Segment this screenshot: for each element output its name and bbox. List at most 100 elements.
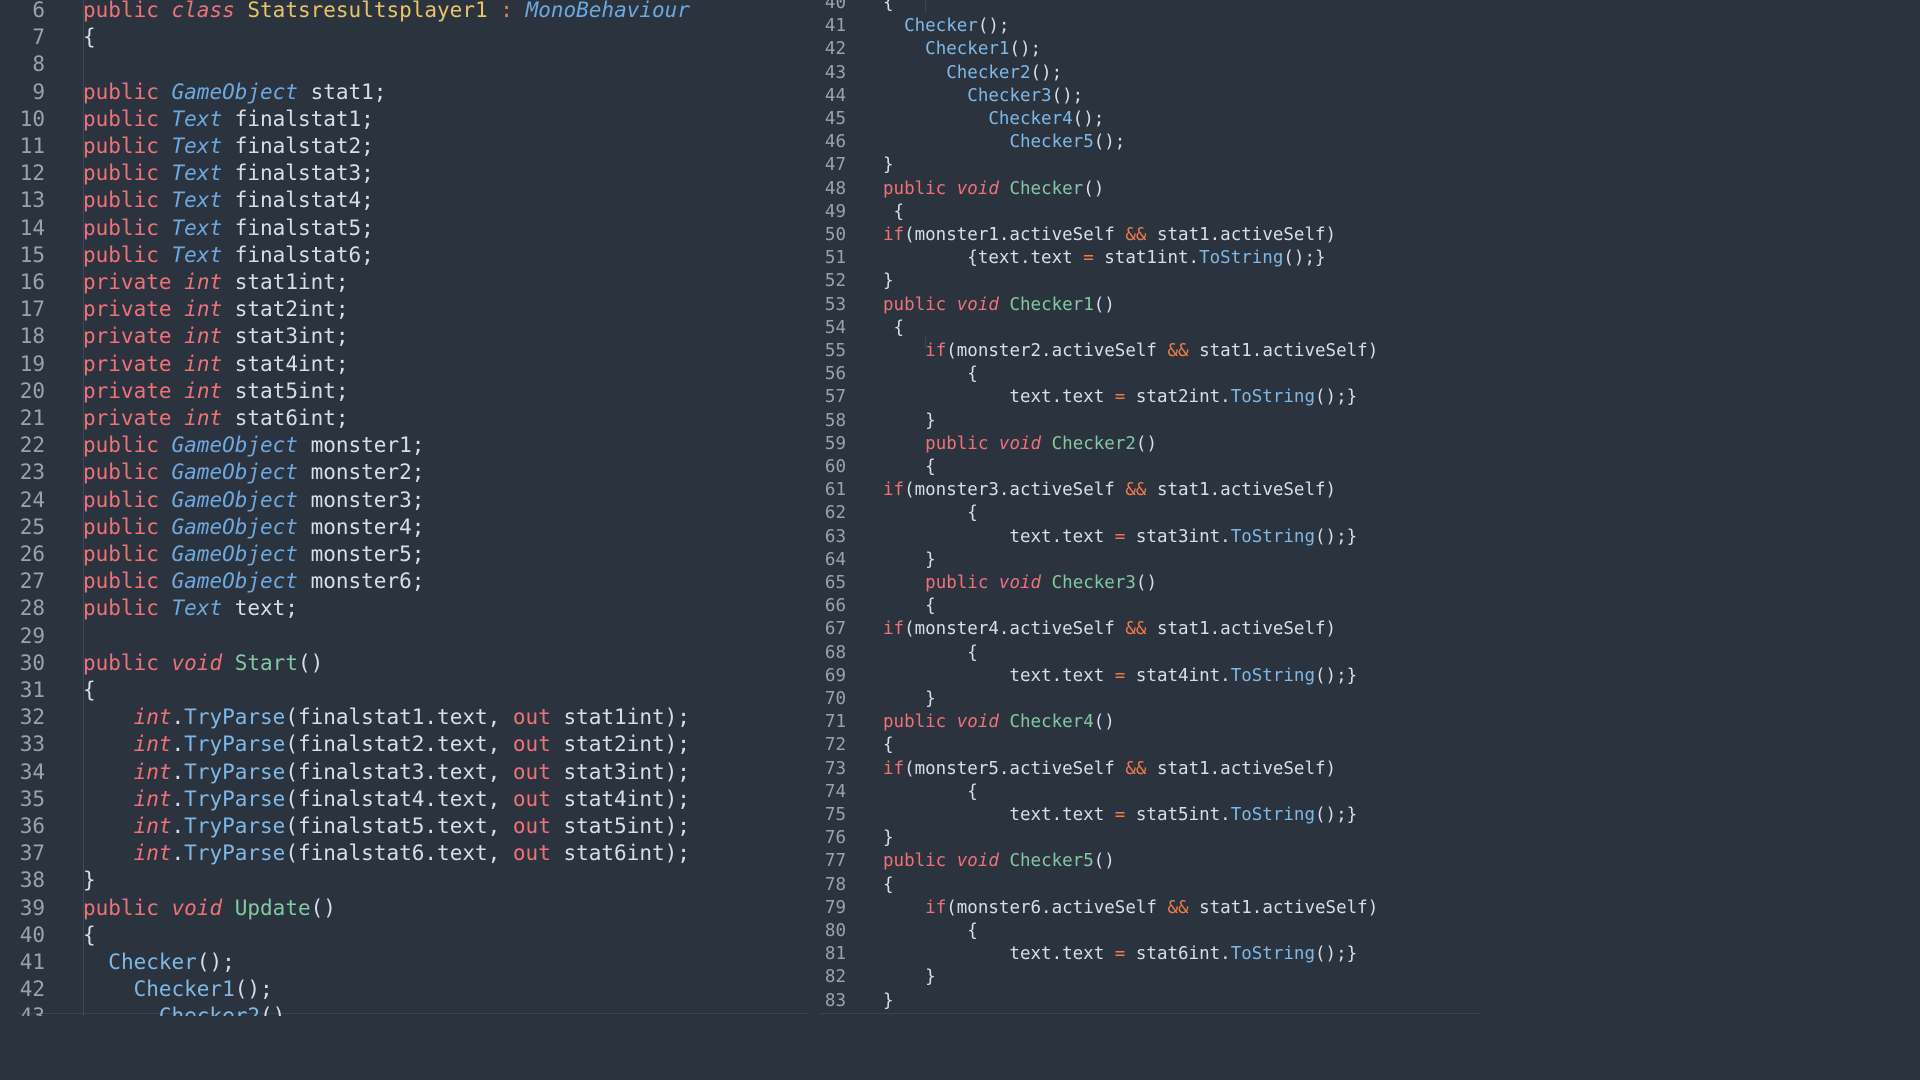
code-line[interactable]: 46 Checker5();: [810, 131, 1480, 154]
code-text: }: [883, 688, 936, 711]
code-line[interactable]: 41 Checker();: [810, 15, 1480, 38]
code-line[interactable]: 66 {: [810, 595, 1480, 618]
code-token: }: [883, 410, 936, 431]
code-line[interactable]: 9 public GameObject stat1;: [0, 79, 810, 106]
code-line[interactable]: 51 {text.text = stat1int.ToString();}: [810, 247, 1480, 270]
code-line[interactable]: 8: [0, 51, 810, 78]
line-number: 13: [19, 188, 45, 213]
code-line[interactable]: 21 private int stat6int;: [0, 405, 810, 432]
code-line[interactable]: 13 public Text finalstat4;: [0, 187, 810, 214]
code-line[interactable]: 26 public GameObject monster5;: [0, 541, 810, 568]
code-line[interactable]: 31 {: [0, 677, 810, 704]
code-line[interactable]: 63 text.text = stat3int.ToString();}: [810, 526, 1480, 549]
code-line[interactable]: 57 text.text = stat2int.ToString();}: [810, 386, 1480, 409]
code-line[interactable]: 30 public void Start(): [0, 650, 810, 677]
code-line[interactable]: 79 if(monster6.activeSelf && stat1.activ…: [810, 897, 1480, 920]
code-line[interactable]: 17 private int stat2int;: [0, 296, 810, 323]
code-line[interactable]: 24 public GameObject monster3;: [0, 487, 810, 514]
code-line[interactable]: 23 public GameObject monster2;: [0, 459, 810, 486]
code-line[interactable]: 65 public void Checker3(): [810, 572, 1480, 595]
code-line[interactable]: 19 private int stat4int;: [0, 351, 810, 378]
code-line[interactable]: 36 int.TryParse(finalstat5.text, out sta…: [0, 813, 810, 840]
code-line[interactable]: 56 {: [810, 363, 1480, 386]
code-line[interactable]: 83}: [810, 990, 1480, 1013]
code-line[interactable]: 28 public Text text;: [0, 595, 810, 622]
code-line[interactable]: 74 {: [810, 781, 1480, 804]
code-line[interactable]: 49 {: [810, 201, 1480, 224]
code-line[interactable]: 75 text.text = stat5int.ToString();}: [810, 804, 1480, 827]
code-token: }: [883, 271, 894, 292]
code-line[interactable]: 77 public void Checker5(): [810, 850, 1480, 873]
code-line[interactable]: 82 }: [810, 966, 1480, 989]
code-line[interactable]: 78 {: [810, 874, 1480, 897]
code-line[interactable]: 68 {: [810, 642, 1480, 665]
code-line[interactable]: 53 public void Checker1(): [810, 294, 1480, 317]
code-token: Checker1: [133, 977, 235, 1002]
code-line[interactable]: 40 {: [810, 0, 1480, 15]
code-line[interactable]: 80 {: [810, 920, 1480, 943]
code-line[interactable]: 43 Checker2();: [810, 62, 1480, 85]
code-line[interactable]: 60 {: [810, 456, 1480, 479]
code-line[interactable]: 42 Checker1();: [810, 38, 1480, 61]
code-line[interactable]: 54 {: [810, 317, 1480, 340]
code-token: ();: [1009, 39, 1042, 60]
code-line[interactable]: 37 int.TryParse(finalstat6.text, out sta…: [0, 840, 810, 867]
code-line[interactable]: 44 Checker3();: [810, 85, 1480, 108]
code-line[interactable]: 55 if(monster2.activeSelf && stat1.activ…: [810, 340, 1480, 363]
code-line[interactable]: 22 public GameObject monster1;: [0, 432, 810, 459]
code-line[interactable]: 34 int.TryParse(finalstat3.text, out sta…: [0, 759, 810, 786]
code-line[interactable]: 38}: [0, 867, 810, 894]
code-text: if(monster1.activeSelf && stat1.activeSe…: [883, 224, 1336, 247]
code-line[interactable]: 67 if(monster4.activeSelf && stat1.active…: [810, 618, 1480, 641]
code-line[interactable]: 69 text.text = stat4int.ToString();}: [810, 665, 1480, 688]
code-line[interactable]: 20 private int stat5int;: [0, 378, 810, 405]
code-line[interactable]: 81 text.text = stat6int.ToString();}: [810, 943, 1480, 966]
code-line[interactable]: 16 private int stat1int;: [0, 269, 810, 296]
code-line[interactable]: 10 public Text finalstat1;: [0, 106, 810, 133]
code-line[interactable]: 29: [0, 623, 810, 650]
code-line[interactable]: 25 public GameObject monster4;: [0, 514, 810, 541]
code-line[interactable]: 58 }: [810, 410, 1480, 433]
code-token: monster4;: [297, 514, 425, 539]
code-line[interactable]: 48 public void Checker(): [810, 178, 1480, 201]
code-token: ToString: [1230, 387, 1315, 408]
code-line[interactable]: 72 {: [810, 734, 1480, 757]
code-line[interactable]: 14 public Text finalstat5;: [0, 215, 810, 242]
code-line[interactable]: 39 public void Update(): [0, 895, 810, 922]
code-line[interactable]: 7{: [0, 24, 810, 51]
code-line[interactable]: 18 private int stat3int;: [0, 323, 810, 350]
code-line[interactable]: 32 int.TryParse(finalstat1.text, out sta…: [0, 704, 810, 731]
code-line[interactable]: 71 public void Checker4(): [810, 711, 1480, 734]
left-code-pane[interactable]: 6 public class Statsresultsplayer1 : Mono…: [0, 0, 810, 1016]
code-line[interactable]: 43 Checker2(): [0, 1003, 810, 1016]
code-text: text.text = stat2int.ToString();}: [883, 386, 1357, 409]
code-line[interactable]: 11 public Text finalstat2;: [0, 133, 810, 160]
code-line[interactable]: 52}: [810, 270, 1480, 293]
code-line[interactable]: 33 int.TryParse(finalstat2.text, out sta…: [0, 731, 810, 758]
code-line[interactable]: 6 public class Statsresultsplayer1 : Mono…: [0, 0, 810, 24]
code-line[interactable]: 59 public void Checker2(): [810, 433, 1480, 456]
right-code-pane[interactable]: 40{41 Checker(); 42 Checker1(); 43 Checker…: [810, 0, 1480, 1016]
code-line[interactable]: 64 }: [810, 549, 1480, 572]
code-line[interactable]: 62 {: [810, 502, 1480, 525]
code-line[interactable]: 40 {: [0, 922, 810, 949]
code-line[interactable]: 50 if(monster1.activeSelf && stat1.active…: [810, 224, 1480, 247]
code-line[interactable]: 45 Checker4();: [810, 108, 1480, 131]
code-line[interactable]: 47}: [810, 154, 1480, 177]
code-token: {: [883, 874, 894, 895]
code-token: TryParse: [184, 786, 286, 811]
code-line[interactable]: 61 if(monster3.activeSelf && stat1.active…: [810, 479, 1480, 502]
code-line[interactable]: 27 public GameObject monster6;: [0, 568, 810, 595]
code-line[interactable]: 70 }: [810, 688, 1480, 711]
code-token: stat3int;: [222, 324, 349, 349]
code-line[interactable]: 42 Checker1();: [0, 976, 810, 1003]
code-line[interactable]: 35 int.TryParse(finalstat4.text, out sta…: [0, 786, 810, 813]
code-line[interactable]: 15 public Text finalstat6;: [0, 242, 810, 269]
code-line[interactable]: 41 Checker();: [0, 949, 810, 976]
code-line[interactable]: 12 public Text finalstat3;: [0, 160, 810, 187]
line-number: 34: [19, 759, 45, 784]
code-line[interactable]: 73 if(monster5.activeSelf && stat1.active…: [810, 758, 1480, 781]
code-line[interactable]: 76}: [810, 827, 1480, 850]
